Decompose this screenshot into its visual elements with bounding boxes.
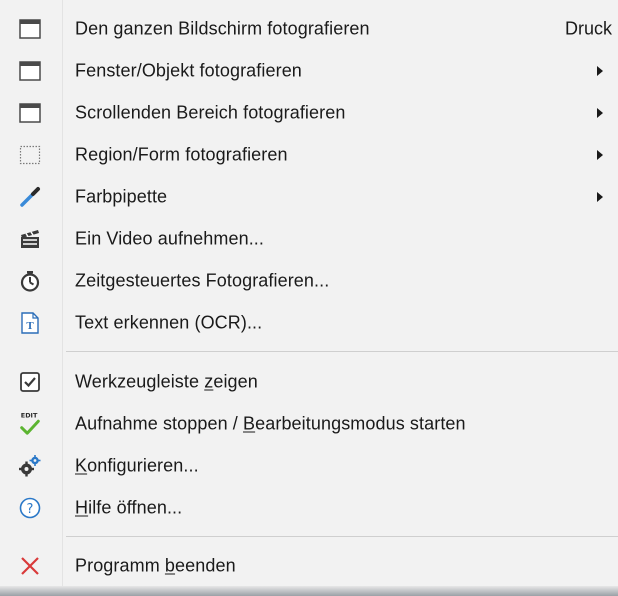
- menu-item-label: Farbpipette: [75, 186, 168, 207]
- submenu-arrow-icon: [597, 150, 603, 160]
- checkbox-icon: [18, 370, 42, 394]
- menu-item-stop-capture-edit[interactable]: EDIT Aufnahme stoppen / Bearbeitungsmodu…: [0, 403, 618, 445]
- menu-item-configure[interactable]: Konfigurieren...: [0, 445, 618, 487]
- menu-item-label: Text erkennen (OCR)...: [75, 312, 263, 333]
- svg-text:EDIT: EDIT: [21, 412, 38, 420]
- close-x-icon: [18, 554, 42, 578]
- menu-item-video[interactable]: Ein Video aufnehmen...: [0, 218, 618, 260]
- help-icon: ?: [18, 496, 42, 520]
- menu-item-scrolling[interactable]: Scrollenden Bereich fotografieren: [0, 92, 618, 134]
- menu-item-label: Konfigurieren...: [75, 455, 199, 476]
- menu-item-label: Region/Form fotografieren: [75, 144, 288, 165]
- svg-text:?: ?: [27, 502, 34, 517]
- menu-separator: [66, 536, 618, 537]
- menu-item-fullscreen[interactable]: Den ganzen Bildschirm fotografieren Druc…: [0, 8, 618, 50]
- eyedropper-icon: [18, 185, 42, 209]
- submenu-arrow-icon: [597, 66, 603, 76]
- dotted-region-icon: [18, 143, 42, 167]
- window-icon: [18, 17, 42, 41]
- menu-item-label: Scrollenden Bereich fotografieren: [75, 102, 346, 123]
- menu-item-label: Hilfe öffnen...: [75, 497, 183, 518]
- stopwatch-icon: [18, 269, 42, 293]
- menu-separator: [66, 351, 618, 352]
- svg-text:T: T: [26, 320, 34, 332]
- menu-item-label: Den ganzen Bildschirm fotografieren: [75, 18, 370, 39]
- menu-item-show-toolbar[interactable]: Werkzeugleiste zeigen: [0, 361, 618, 403]
- menu-item-label: Programm beenden: [75, 555, 236, 576]
- menu-item-ocr[interactable]: T Text erkennen (OCR)...: [0, 302, 618, 344]
- menu-item-label: Zeitgesteuertes Fotografieren...: [75, 270, 330, 291]
- menu-item-color-picker[interactable]: Farbpipette: [0, 176, 618, 218]
- gears-icon: [18, 454, 42, 478]
- menu-item-label: Ein Video aufnehmen...: [75, 228, 265, 249]
- window-icon: [18, 101, 42, 125]
- text-document-icon: T: [18, 311, 42, 335]
- menu-item-region[interactable]: Region/Form fotografieren: [0, 134, 618, 176]
- menu-item-label: Fenster/Objekt fotografieren: [75, 60, 302, 81]
- window-icon: [18, 59, 42, 83]
- menu-item-label: Werkzeugleiste zeigen: [75, 371, 258, 392]
- submenu-arrow-icon: [597, 192, 603, 202]
- clapperboard-icon: [18, 227, 42, 251]
- shortcut-label: Druck: [564, 18, 612, 39]
- submenu-arrow-icon: [597, 108, 603, 118]
- menu-item-timed-capture[interactable]: Zeitgesteuertes Fotografieren...: [0, 260, 618, 302]
- menu-item-label: Aufnahme stoppen / Bearbeitungsmodus sta…: [75, 413, 466, 434]
- menu-item-window[interactable]: Fenster/Objekt fotografieren: [0, 50, 618, 92]
- background-taskbar-strip: [0, 586, 618, 596]
- edit-check-icon: EDIT: [18, 412, 42, 436]
- context-menu: Den ganzen Bildschirm fotografieren Druc…: [0, 0, 618, 596]
- menu-item-exit[interactable]: Programm beenden: [0, 545, 618, 587]
- menu-item-help[interactable]: ? Hilfe öffnen...: [0, 487, 618, 529]
